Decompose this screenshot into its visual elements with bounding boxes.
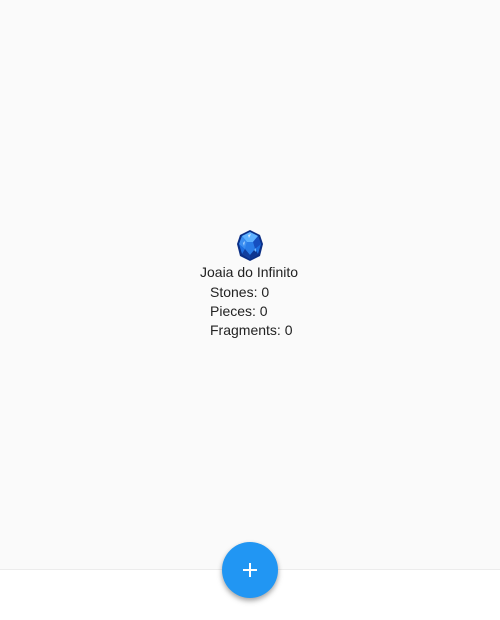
pieces-count: Pieces: 0	[210, 303, 268, 319]
main-content: Joaia do Infinito Stones: 0 Pieces: 0 Fr…	[0, 0, 500, 569]
blue-gem-icon	[236, 229, 264, 262]
fragments-count: Fragments: 0	[210, 322, 293, 338]
stones-count: Stones: 0	[210, 284, 270, 300]
app-screen: Joaia do Infinito Stones: 0 Pieces: 0 Fr…	[0, 0, 500, 620]
add-button[interactable]	[222, 542, 278, 598]
plus-icon	[222, 542, 278, 598]
gem-title: Joaia do Infinito	[200, 264, 299, 280]
